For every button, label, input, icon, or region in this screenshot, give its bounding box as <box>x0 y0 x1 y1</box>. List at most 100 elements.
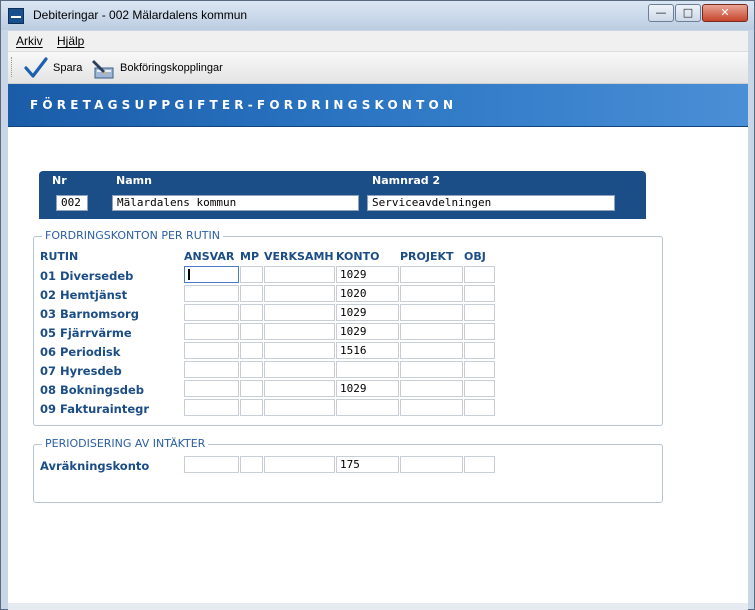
nr-field[interactable]: 002 <box>56 195 88 211</box>
projekt-field[interactable] <box>400 304 463 321</box>
col-mp: MP <box>240 250 260 263</box>
obj-field[interactable] <box>464 323 495 340</box>
pen-ledger-icon <box>92 60 114 79</box>
page-banner: FÖRETAGSUPPGIFTER-FORDRINGSKONTON <box>8 84 748 127</box>
accrual-projekt-field[interactable] <box>400 456 463 473</box>
ansvar-field[interactable] <box>184 361 239 378</box>
ansvar-field[interactable] <box>184 304 239 321</box>
konto-field[interactable]: 1029 <box>336 323 399 340</box>
verksamh-field[interactable] <box>264 304 335 321</box>
col-ansvar: ANSVAR <box>184 250 235 263</box>
namnrad2-field[interactable]: Serviceavdelningen <box>367 195 615 211</box>
rutin-label: 02 Hemtjänst <box>40 288 128 302</box>
window-title: Debiteringar - 002 Mälardalens kommun <box>33 8 248 22</box>
avrakningskonto-label: Avräkningskonto <box>40 459 150 473</box>
application-window: Debiteringar - 002 Mälardalens kommun — … <box>0 0 755 610</box>
projekt-field[interactable] <box>400 285 463 302</box>
col-projekt: PROJEKT <box>400 250 454 263</box>
ansvar-field[interactable] <box>184 266 239 283</box>
mp-field[interactable] <box>240 266 263 283</box>
projekt-field[interactable] <box>400 399 463 416</box>
ansvar-field[interactable] <box>184 380 239 397</box>
mp-field[interactable] <box>240 323 263 340</box>
toolbar-grip <box>11 57 15 77</box>
konto-field[interactable] <box>336 399 399 416</box>
verksamh-field[interactable] <box>264 323 335 340</box>
verksamh-field[interactable] <box>264 380 335 397</box>
mp-field[interactable] <box>240 361 263 378</box>
rutin-label: 09 Fakturaintegr <box>40 402 150 416</box>
rutin-label: 08 Bokningsdeb <box>40 383 144 397</box>
obj-field[interactable] <box>464 361 495 378</box>
konto-field[interactable]: 1029 <box>336 304 399 321</box>
konto-field[interactable]: 1020 <box>336 285 399 302</box>
obj-field[interactable] <box>464 266 495 283</box>
mp-field[interactable] <box>240 342 263 359</box>
obj-field[interactable] <box>464 399 495 416</box>
title-bar: Debiteringar - 002 Mälardalens kommun — … <box>1 1 754 30</box>
namnrad2-label: Namnrad 2 <box>372 174 441 187</box>
accrual-group: PERIODISERING AV INTÄKTER <box>33 437 663 503</box>
status-bar <box>8 603 748 610</box>
toolbar: Spara Bokföringskopplingar <box>8 52 748 84</box>
projekt-field[interactable] <box>400 323 463 340</box>
obj-field[interactable] <box>464 342 495 359</box>
obj-field[interactable] <box>464 380 495 397</box>
mp-field[interactable] <box>240 380 263 397</box>
minimize-button[interactable]: — <box>648 4 674 22</box>
accrual-ansvar-field[interactable] <box>184 456 239 473</box>
projekt-field[interactable] <box>400 380 463 397</box>
mp-field[interactable] <box>240 399 263 416</box>
nr-label: Nr <box>52 174 67 187</box>
col-verksamh: VERKSAMH <box>264 250 334 263</box>
verksamh-field[interactable] <box>264 285 335 302</box>
accrual-legend: PERIODISERING AV INTÄKTER <box>42 437 209 450</box>
accrual-obj-field[interactable] <box>464 456 495 473</box>
maximize-button[interactable]: □ <box>675 4 701 22</box>
verksamh-field[interactable] <box>264 342 335 359</box>
ansvar-field[interactable] <box>184 285 239 302</box>
namn-field[interactable]: Mälardalens kommun <box>112 195 359 211</box>
accrual-verksamh-field[interactable] <box>264 456 335 473</box>
rutin-label: 07 Hyresdeb <box>40 364 122 378</box>
checkmark-icon <box>24 57 48 78</box>
verksamh-field[interactable] <box>264 361 335 378</box>
ansvar-field[interactable] <box>184 342 239 359</box>
col-rutin: RUTIN <box>40 250 79 263</box>
accrual-konto-field[interactable]: 175 <box>336 456 399 473</box>
accrual-mp-field[interactable] <box>240 456 263 473</box>
projekt-field[interactable] <box>400 361 463 378</box>
mp-field[interactable] <box>240 304 263 321</box>
konto-field[interactable]: 1516 <box>336 342 399 359</box>
rutin-label: 01 Diversedeb <box>40 269 134 283</box>
accounting-links-label: Bokföringskopplingar <box>120 62 223 74</box>
accounting-links-button[interactable]: Bokföringskopplingar <box>91 56 223 80</box>
menu-arkiv[interactable]: Arkiv <box>16 34 43 48</box>
konto-field[interactable]: 1029 <box>336 266 399 283</box>
namn-label: Namn <box>116 174 152 187</box>
projekt-field[interactable] <box>400 342 463 359</box>
page-title: FÖRETAGSUPPGIFTER-FORDRINGSKONTON <box>30 98 458 112</box>
obj-field[interactable] <box>464 285 495 302</box>
ansvar-field[interactable] <box>184 399 239 416</box>
receivables-legend: FORDRINGSKONTON PER RUTIN <box>42 229 223 242</box>
ansvar-field[interactable] <box>184 323 239 340</box>
verksamh-field[interactable] <box>264 399 335 416</box>
client-area: Arkiv Hjälp Spara Bokföringskopplingar F… <box>8 31 748 603</box>
menu-hjalp[interactable]: Hjälp <box>57 34 84 48</box>
save-button[interactable]: Spara <box>24 56 82 80</box>
rutin-label: 06 Periodisk <box>40 345 121 359</box>
verksamh-field[interactable] <box>264 266 335 283</box>
col-konto: KONTO <box>336 250 380 263</box>
rutin-label: 03 Barnomsorg <box>40 307 139 321</box>
mp-field[interactable] <box>240 285 263 302</box>
projekt-field[interactable] <box>400 266 463 283</box>
obj-field[interactable] <box>464 304 495 321</box>
save-label: Spara <box>53 62 83 74</box>
menu-bar: Arkiv Hjälp <box>8 31 748 52</box>
konto-field[interactable] <box>336 361 399 378</box>
close-button[interactable]: ✕ <box>702 4 748 22</box>
konto-field[interactable]: 1029 <box>336 380 399 397</box>
company-header: Nr Namn Namnrad 2 002 Mälardalens kommun… <box>39 171 646 219</box>
text-caret <box>188 269 190 280</box>
